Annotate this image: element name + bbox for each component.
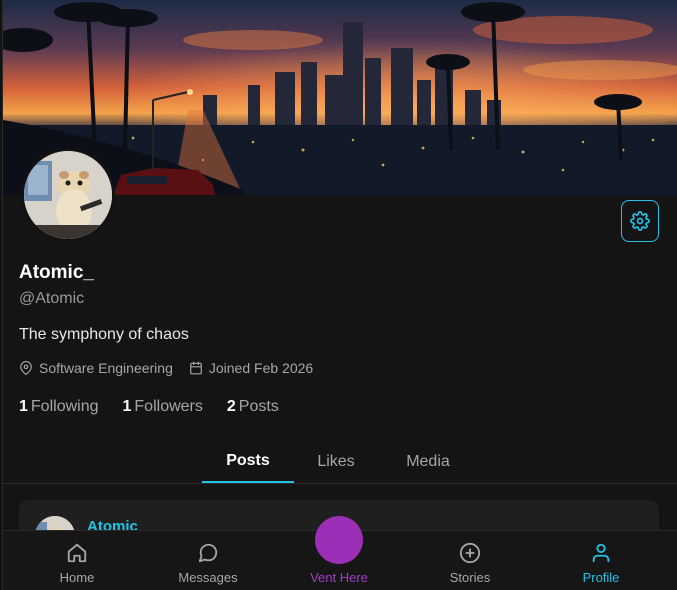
profile-stats: 1 Following 1 Followers 2 Posts <box>19 398 303 416</box>
location-pin-icon <box>20 361 32 375</box>
nav-profile[interactable]: Profile <box>556 531 646 590</box>
nav-home-label: Home <box>59 570 95 585</box>
vent-here-button[interactable] <box>315 516 363 564</box>
posts-label: Posts <box>238 398 279 415</box>
username-handle: @Atomic <box>19 290 85 307</box>
posts-count: 2 <box>226 398 236 415</box>
following-label: Following <box>30 398 99 415</box>
nav-messages[interactable]: Messages <box>163 531 253 590</box>
occupation-info: Software Engineering <box>19 360 173 376</box>
occupation-text: Software Engineering <box>39 360 173 376</box>
plus-circle-icon <box>459 542 481 564</box>
followers-stat[interactable]: 1 Followers <box>123 398 203 416</box>
profile-meta: Software Engineering Joined Feb 2026 <box>19 360 329 376</box>
avatar-image <box>24 151 112 239</box>
profile-tabs: Posts Likes Media <box>3 440 677 484</box>
nav-messages-label: Messages <box>178 570 238 585</box>
tab-media[interactable]: Media <box>392 440 464 483</box>
gear-icon <box>630 211 650 231</box>
nav-profile-label: Profile <box>582 570 620 585</box>
following-stat[interactable]: 1 Following <box>19 398 99 416</box>
profile-page: Atomic_ @Atomic The symphony of chaos So… <box>2 0 677 590</box>
nav-home[interactable]: Home <box>32 531 122 590</box>
joined-info: Joined Feb 2026 <box>189 360 313 376</box>
nav-stories[interactable]: Stories <box>425 531 515 590</box>
followers-label: Followers <box>134 398 203 415</box>
nav-vent-label: Vent Here <box>310 570 368 585</box>
calendar-icon <box>190 361 202 375</box>
followers-count: 1 <box>122 398 132 415</box>
profile-bio: The symphony of chaos <box>19 326 189 343</box>
settings-button[interactable] <box>621 200 659 242</box>
tab-posts[interactable]: Posts <box>202 440 294 483</box>
message-icon <box>198 543 218 563</box>
display-name: Atomic_ <box>19 262 94 283</box>
following-count: 1 <box>19 398 28 415</box>
home-icon <box>67 543 87 563</box>
nav-stories-label: Stories <box>449 570 491 585</box>
user-icon <box>592 543 610 563</box>
posts-stat[interactable]: 2 Posts <box>227 398 279 416</box>
joined-text: Joined Feb 2026 <box>208 360 314 376</box>
tab-likes[interactable]: Likes <box>302 440 370 483</box>
profile-avatar[interactable] <box>21 148 115 242</box>
